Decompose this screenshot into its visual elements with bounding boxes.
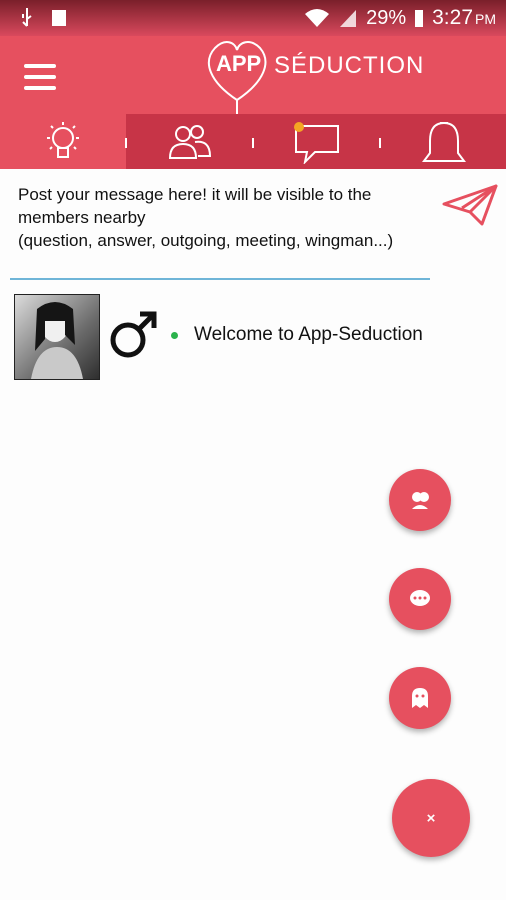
signal-icon xyxy=(340,10,357,27)
tab-notifications[interactable] xyxy=(381,114,506,169)
tab-bar xyxy=(0,114,506,169)
fab-chat-button[interactable] xyxy=(389,568,451,630)
couple-icon xyxy=(412,492,429,509)
wifi-icon xyxy=(305,9,330,27)
avatar[interactable] xyxy=(14,294,100,380)
clock-ampm: PM xyxy=(475,11,496,27)
unread-badge xyxy=(294,122,304,132)
menu-button[interactable] xyxy=(24,64,56,92)
tab-messages[interactable] xyxy=(254,114,380,169)
logo-brand-text: SÉDUCTION xyxy=(274,52,425,79)
post-placeholder-text: Post your message here! it will be visib… xyxy=(18,185,394,250)
fab-close-button[interactable]: × xyxy=(392,779,470,857)
battery-percent: 29% xyxy=(366,6,407,29)
status-bar: 29% 3:27 PM xyxy=(0,0,506,36)
feed-message: Welcome to App-Seduction xyxy=(194,324,423,345)
app-header: APP SÉDUCTION xyxy=(0,36,506,114)
feed-item[interactable]: Welcome to App-Seduction xyxy=(14,294,494,380)
fab-ghost-button[interactable] xyxy=(389,667,451,729)
tab-ideas[interactable] xyxy=(0,114,126,169)
logo-app-text: APP xyxy=(216,51,262,76)
fab-members-button[interactable] xyxy=(389,469,451,531)
chat-bubble-icon xyxy=(410,590,430,606)
send-icon[interactable] xyxy=(442,182,498,230)
close-icon: × xyxy=(426,809,436,827)
sd-card-icon xyxy=(52,10,66,26)
bell-icon xyxy=(421,121,466,162)
ghost-icon xyxy=(412,688,428,708)
clock-time: 3:27 xyxy=(432,6,473,29)
male-icon xyxy=(110,311,157,358)
lightbulb-icon xyxy=(47,121,79,158)
people-icon xyxy=(168,124,212,159)
online-status-dot xyxy=(171,332,178,339)
post-message-input[interactable]: Post your message here! it will be visib… xyxy=(10,180,430,280)
profile-photo xyxy=(31,302,83,379)
battery-icon xyxy=(415,10,424,27)
usb-icon xyxy=(22,8,32,27)
tab-members[interactable] xyxy=(127,114,253,169)
